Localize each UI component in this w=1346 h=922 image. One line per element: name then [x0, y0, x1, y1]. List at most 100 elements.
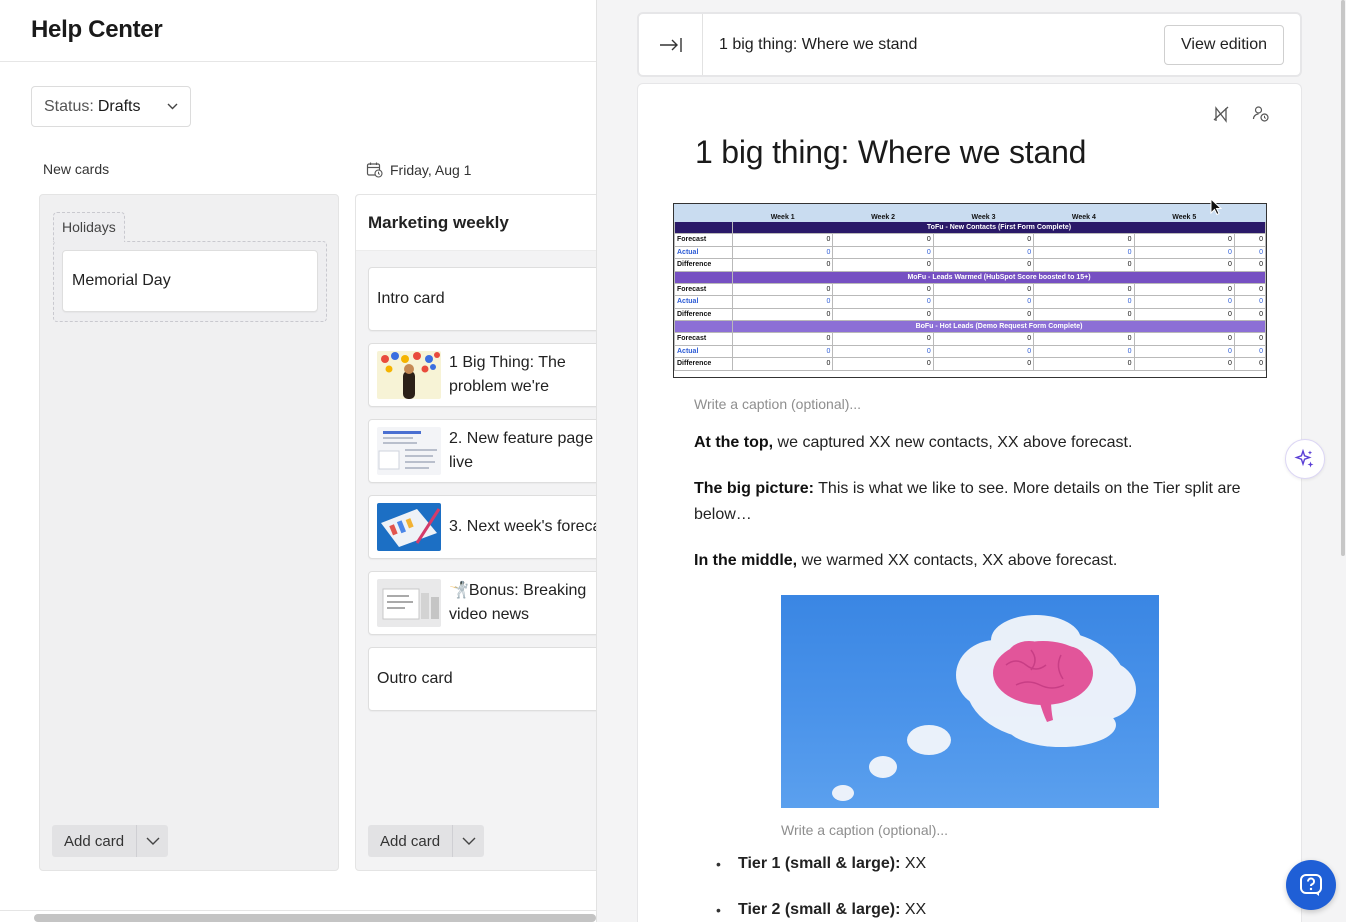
card-memorial-day[interactable]: Memorial Day — [62, 250, 318, 312]
add-card-button[interactable]: Add card — [368, 825, 453, 857]
row-label: Forecast — [674, 282, 733, 296]
add-card-dropdown-button[interactable] — [452, 825, 485, 857]
help-chat-button[interactable] — [1286, 860, 1336, 910]
card-label: 1 Big Thing: The problem we're solving — [449, 354, 566, 395]
section-title: MoFu - Leads Warmed (HubSpot Score boost… — [732, 270, 1266, 284]
table-cell: 0 — [1233, 344, 1267, 358]
holidays-group: Memorial Day — [53, 241, 327, 322]
chevron-down-icon — [146, 837, 160, 845]
table-cell: 0 — [1233, 295, 1267, 309]
table-row: Actual 0 0 0 0 0 0 — [674, 245, 1267, 259]
bullet-tier-2[interactable]: Tier 2 (small & large): XX — [716, 897, 926, 922]
assign-user-clock-icon[interactable] — [1251, 104, 1271, 124]
table-header-row: Week 1 Week 2 Week 3 Week 4 Week 5 — [674, 204, 1267, 222]
table-row: Forecast 0 0 0 0 0 0 — [674, 233, 1267, 247]
section-title: BoFu - Hot Leads (Demo Request Form Comp… — [732, 320, 1266, 333]
view-edition-button[interactable]: View edition — [1164, 24, 1284, 65]
add-card-dropdown-button[interactable] — [136, 825, 169, 857]
column-header: Week 1 — [731, 204, 834, 222]
forecast-table-image[interactable]: Week 1 Week 2 Week 3 Week 4 Week 5 ToFu - New… — [673, 203, 1267, 378]
table-cell: 0 — [932, 344, 1035, 358]
status-filter-dropdown[interactable]: Status: Drafts — [31, 86, 191, 127]
help-question-icon — [1300, 874, 1322, 896]
mouse-cursor-icon — [1210, 198, 1222, 216]
add-card-split-button: Add card — [368, 825, 485, 857]
horizontal-scrollbar[interactable] — [34, 914, 596, 922]
table-row: Difference 0 0 0 0 0 0 — [674, 357, 1267, 371]
table-cell: 0 — [1033, 344, 1135, 358]
table-cell: 0 — [1033, 332, 1135, 346]
table-cell: 0 — [932, 282, 1035, 296]
table-cell: 0 — [932, 295, 1035, 309]
card-feature-page[interactable]: 2. New feature page live — [368, 419, 596, 483]
table-cell: 0 — [731, 344, 834, 358]
table-cell: 0 — [731, 233, 834, 247]
table-row: Forecast 0 0 0 0 0 0 — [674, 332, 1267, 346]
table-row: Forecast 0 0 0 0 0 0 — [674, 282, 1267, 296]
paragraph-big-picture[interactable]: The big picture: This is what we like to… — [694, 476, 1264, 528]
add-card-split-button: Add card — [52, 825, 169, 857]
calendar-clock-icon — [366, 161, 383, 178]
table-cell: 0 — [1033, 282, 1135, 296]
paragraph-in-the-middle[interactable]: In the middle, we warmed XX contacts, XX… — [694, 548, 1264, 574]
table-cell: 0 — [832, 282, 934, 296]
row-label: Actual — [674, 245, 733, 259]
column-header: Week 3 — [932, 204, 1035, 222]
table-caption-input[interactable]: Write a caption (optional)... — [694, 396, 861, 412]
image-caption-input[interactable]: Write a caption (optional)... — [781, 822, 948, 838]
table-cell: 0 — [1033, 295, 1135, 309]
row-label: Forecast — [674, 233, 733, 247]
table-cell: 0 — [1133, 258, 1235, 272]
new-cards-column: Holidays Memorial Day Add card — [39, 194, 339, 871]
card-label: Memorial Day — [72, 272, 171, 289]
card-thumbnail-social-icons — [377, 351, 441, 399]
card-big-thing[interactable]: 1 Big Thing: The problem we're solving — [368, 343, 596, 407]
row-label: Actual — [674, 295, 733, 309]
row-label: Difference — [674, 307, 733, 321]
table-cell: 0 — [832, 233, 934, 247]
row-label: Difference — [674, 258, 733, 272]
collapse-panel-button[interactable] — [639, 14, 703, 75]
add-card-button[interactable]: Add card — [52, 825, 137, 857]
newsletter-title[interactable]: Marketing weekly — [356, 195, 596, 251]
card-bonus-video[interactable]: 🤺Bonus: Breaking video news — [368, 571, 596, 635]
row-label: Forecast — [674, 332, 733, 346]
group-tab-holidays[interactable]: Holidays — [53, 212, 125, 242]
brain-cloud-image[interactable] — [781, 595, 1159, 808]
table-section-row: ToFu - New Contacts (First Form Complete… — [674, 221, 1266, 234]
table-cell: 0 — [832, 245, 934, 259]
table-cell: 0 — [1133, 307, 1235, 321]
card-editor-panel: 1 big thing: Where we stand View edition… — [596, 0, 1346, 922]
table-cell: 0 — [731, 357, 834, 371]
table-cell: 0 — [932, 307, 1035, 321]
column-header — [1233, 204, 1267, 222]
document-title[interactable]: 1 big thing: Where we stand — [695, 134, 1086, 171]
column-header — [674, 204, 733, 222]
divider — [0, 910, 596, 911]
table-cell: 0 — [731, 295, 834, 309]
chevron-down-icon — [167, 101, 178, 113]
table-cell: 0 — [832, 332, 934, 346]
card-thumbnail-charts — [377, 503, 441, 551]
card-outro[interactable]: Outro card — [368, 647, 596, 711]
table-cell: 0 — [832, 357, 934, 371]
tier-bullet-list: Tier 1 (small & large): XX Tier 2 (small… — [716, 851, 926, 922]
table-cell: 0 — [1133, 357, 1235, 371]
card-intro[interactable]: Intro card — [368, 267, 596, 331]
table-cell: 0 — [1133, 245, 1235, 259]
table-cell: 0 — [1033, 307, 1135, 321]
ai-assist-button[interactable] — [1285, 439, 1325, 479]
row-label: Difference — [674, 357, 733, 371]
table-cell: 0 — [1133, 344, 1235, 358]
vertical-scrollbar[interactable] — [1341, 0, 1345, 556]
panel-header: 1 big thing: Where we stand View edition — [637, 12, 1302, 77]
app-title: Help Center — [31, 16, 163, 43]
table-row: Actual 0 0 0 0 0 0 — [674, 295, 1267, 309]
no-ai-icon[interactable] — [1211, 104, 1231, 124]
card-forecast[interactable]: 3. Next week's forecast — [368, 495, 596, 559]
table-section-row: BoFu - Hot Leads (Demo Request Form Comp… — [674, 320, 1266, 333]
table-row: Actual 0 0 0 0 0 0 — [674, 344, 1267, 358]
column-title-date: Friday, Aug 1 — [366, 161, 471, 178]
paragraph-at-the-top[interactable]: At the top, we captured XX new contacts,… — [694, 430, 1264, 456]
bullet-tier-1[interactable]: Tier 1 (small & large): XX — [716, 851, 926, 897]
